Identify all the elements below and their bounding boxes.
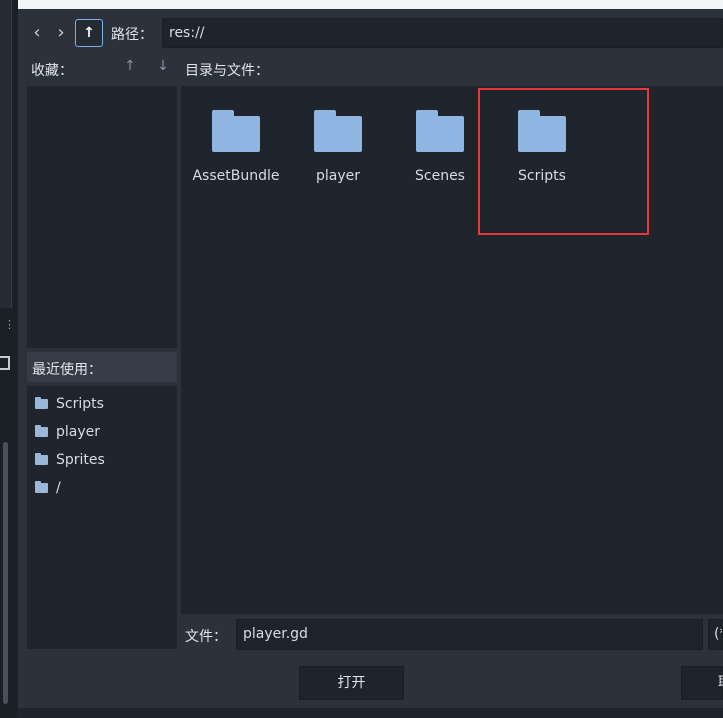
folder-icon [35, 425, 48, 437]
recent-item[interactable]: player [27, 418, 177, 446]
dock-panel [0, 0, 12, 308]
arrow-up-icon: ↑ [124, 58, 136, 74]
favorites-label: 收藏： [31, 63, 73, 79]
recent-item[interactable]: Scripts [27, 390, 177, 418]
chevron-right-icon: › [57, 22, 65, 43]
drag-handle-icon[interactable]: ⋮ [4, 319, 15, 340]
folder-icon [35, 481, 48, 493]
recent-item[interactable]: / [27, 474, 177, 502]
file-item[interactable]: player [286, 88, 390, 198]
folder-icon [314, 110, 362, 152]
recent-item-label: Scripts [56, 396, 104, 412]
favorite-move-up-button[interactable]: ↑ [122, 58, 138, 74]
path-input[interactable]: res:// [162, 18, 723, 48]
filter-select[interactable]: (* [708, 619, 723, 650]
dock-scrollbar[interactable] [3, 442, 8, 704]
open-button[interactable]: 打开 [299, 666, 404, 700]
forward-button[interactable]: › [50, 19, 72, 47]
recent-item-label: Sprites [56, 452, 105, 468]
folder-icon [35, 397, 48, 409]
recent-item[interactable]: Sprites [27, 446, 177, 474]
cancel-button[interactable]: 取 [681, 666, 723, 700]
chevron-left-icon: ‹ [33, 22, 41, 43]
recent-header: 最近使用： [27, 352, 177, 382]
recent-list[interactable]: Scripts player Sprites / [27, 386, 177, 649]
arrow-down-icon: ↓ [157, 58, 169, 74]
arrow-up-icon: ↑ [83, 25, 95, 41]
dock-tab-icon [0, 356, 10, 370]
folder-icon [212, 110, 260, 152]
highlight-box [478, 88, 649, 235]
file-item-label: player [315, 168, 360, 184]
favorite-move-down-button[interactable]: ↓ [155, 58, 171, 74]
file-item[interactable]: AssetBundle [184, 88, 288, 198]
file-item-label: Scenes [415, 168, 465, 184]
favorites-list[interactable] [27, 86, 177, 348]
file-item[interactable]: Scenes [388, 88, 492, 198]
file-item-label: AssetBundle [192, 168, 280, 184]
folder-icon [35, 453, 48, 465]
file-grid[interactable]: AssetBundle player Scenes Scripts [181, 86, 723, 614]
dialog-title-strip [18, 0, 723, 9]
files-label: 目录与文件： [185, 63, 269, 79]
editor-left-dock: ⋮ [0, 0, 18, 718]
recent-item-label: / [56, 480, 61, 496]
file-name-input[interactable]: player.gd [236, 619, 703, 650]
folder-icon [416, 110, 464, 152]
back-button[interactable]: ‹ [26, 19, 48, 47]
recent-label: 最近使用： [32, 362, 102, 378]
go-up-button[interactable]: ↑ [75, 19, 103, 47]
path-label: 路径： [111, 27, 153, 43]
file-label: 文件： [185, 629, 227, 645]
recent-item-label: player [56, 424, 101, 440]
